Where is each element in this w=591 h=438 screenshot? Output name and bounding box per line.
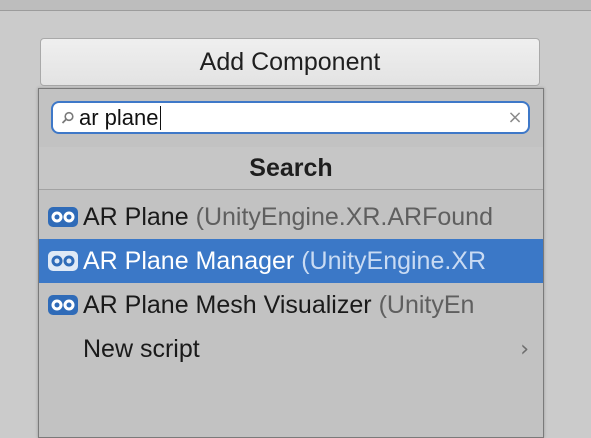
list-item-ar-plane[interactable]: AR Plane (UnityEngine.XR.ARFound: [39, 195, 543, 239]
list-item-namespace: (UnityEngine.XR: [301, 246, 487, 275]
ar-component-icon: [48, 251, 78, 271]
add-component-button[interactable]: Add Component: [40, 38, 540, 86]
list-item-name: AR Plane Mesh Visualizer: [83, 290, 372, 319]
search-input-value: ar plane: [79, 104, 159, 130]
list-item-name: AR Plane Manager: [83, 246, 295, 275]
chevron-right-icon: ›: [520, 337, 529, 362]
list-item-ar-plane-mesh-visualizer[interactable]: AR Plane Mesh Visualizer (UnityEn: [39, 283, 543, 327]
add-component-label: Add Component: [199, 47, 381, 76]
new-script-label: New script: [83, 334, 200, 363]
section-header: Search: [39, 147, 543, 190]
list-item-ar-plane-manager[interactable]: AR Plane Manager (UnityEngine.XR: [39, 239, 543, 283]
search-icon: [59, 111, 77, 125]
result-list: AR Plane (UnityEngine.XR.ARFound AR Plan…: [39, 195, 543, 371]
inspector-top-strip: [0, 0, 591, 11]
ar-component-icon: [48, 207, 78, 227]
list-item-name: AR Plane: [83, 202, 189, 231]
add-component-popup: ar plane × Search AR Plane (UnityEngine.…: [38, 88, 544, 438]
search-bar[interactable]: ar plane ×: [51, 101, 530, 134]
search-input[interactable]: ar plane: [77, 104, 502, 132]
text-caret: [159, 105, 161, 130]
list-item-namespace: (UnityEngine.XR.ARFound: [195, 202, 493, 231]
section-header-label: Search: [249, 153, 333, 182]
ar-component-icon: [48, 295, 78, 315]
list-item-new-script[interactable]: New script ›: [39, 327, 543, 371]
list-item-namespace: (UnityEn: [378, 290, 475, 319]
clear-icon[interactable]: ×: [502, 107, 528, 128]
